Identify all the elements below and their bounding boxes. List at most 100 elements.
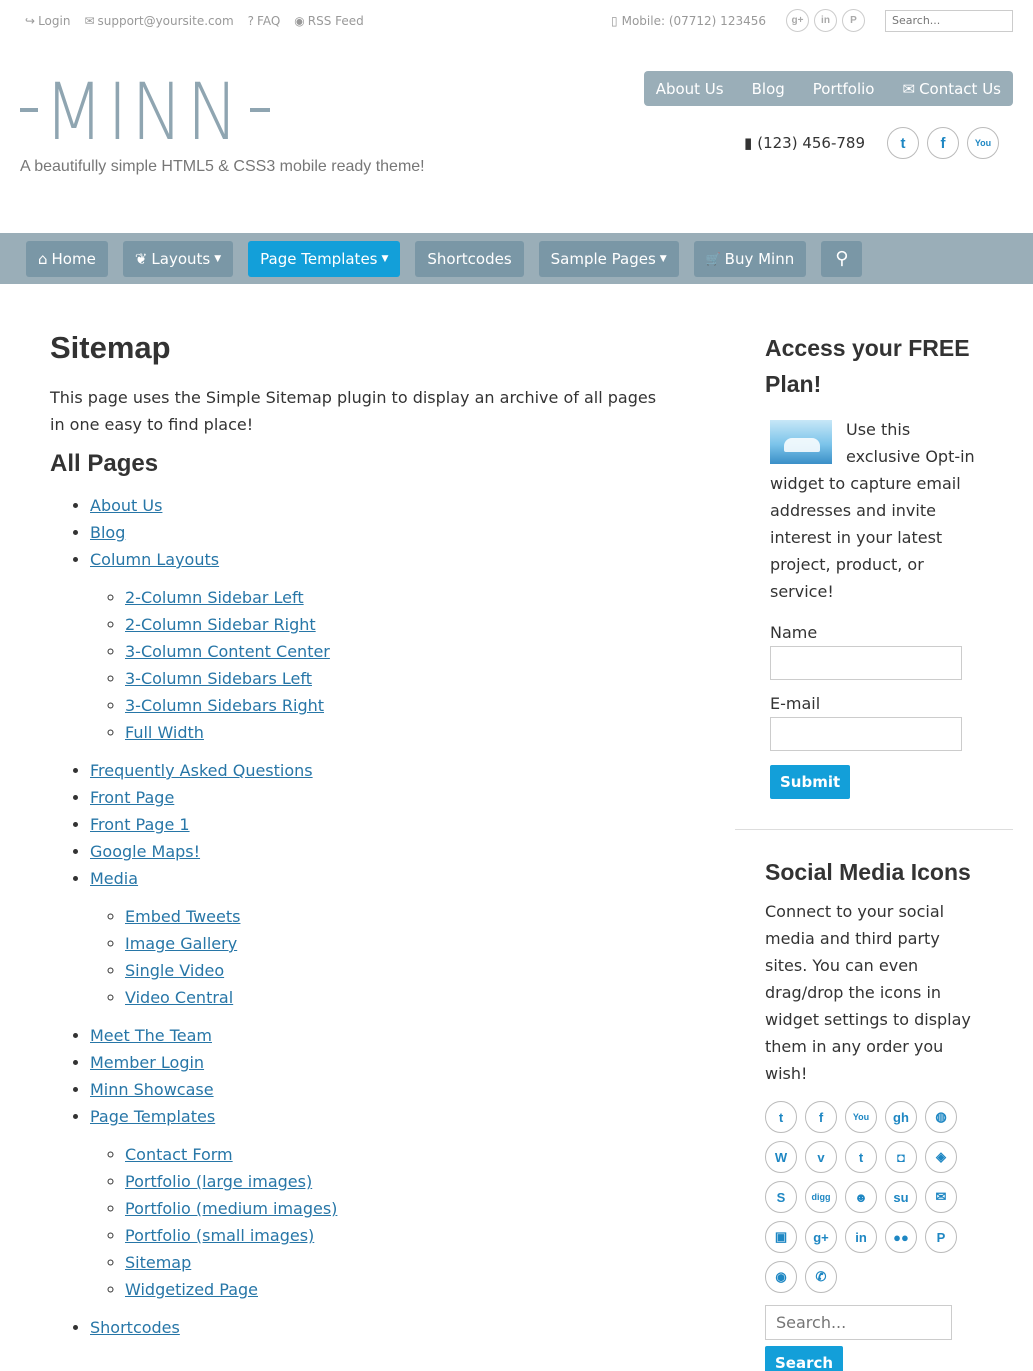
top-link-login[interactable]: ↪ Login	[25, 14, 70, 28]
flickr-icon[interactable]: ●●	[885, 1221, 917, 1253]
site-logo[interactable]: MINN	[20, 68, 272, 158]
phone-icon[interactable]: ✆	[805, 1261, 837, 1293]
sidebar-search-input[interactable]	[765, 1305, 952, 1340]
stumbleupon-icon[interactable]: su	[885, 1181, 917, 1213]
email-field[interactable]	[770, 717, 962, 751]
list-item: 2-Column Sidebar Left	[125, 584, 670, 611]
sitemap-link[interactable]: Front Page	[90, 788, 174, 807]
list-item: 3-Column Content Center	[125, 638, 670, 665]
name-field[interactable]	[770, 646, 962, 680]
optin-title: Access your FREE Plan!	[765, 335, 970, 397]
main-nav-buy-minn[interactable]: 🛒 Buy Minn	[693, 240, 807, 277]
rss-icon[interactable]: ◉	[765, 1261, 797, 1293]
sitemap-link[interactable]: 2-Column Sidebar Right	[125, 615, 316, 634]
sitemap-link[interactable]: Blog	[90, 523, 125, 542]
main-nav-search[interactable]: ⚲	[821, 240, 863, 277]
trello-icon[interactable]: ▣	[765, 1221, 797, 1253]
sitemap-link[interactable]: Contact Form	[125, 1145, 233, 1164]
header-nav-contact[interactable]: ✉ Contact Us	[903, 80, 1002, 98]
email-label: E-mail	[770, 694, 821, 713]
sitemap-link[interactable]: Front Page 1	[90, 815, 190, 834]
sitemap-link[interactable]: Portfolio (medium images)	[125, 1199, 337, 1218]
github-icon[interactable]: gh	[885, 1101, 917, 1133]
main-nav-sample-pages[interactable]: Sample Pages ▼	[538, 240, 679, 277]
dribbble-icon[interactable]: ◍	[925, 1101, 957, 1133]
envelope-icon: ✉	[84, 14, 95, 28]
linkedin-icon[interactable]: in	[814, 9, 837, 32]
sitemap-link[interactable]: Minn Showcase	[90, 1080, 214, 1099]
header-nav-blog[interactable]: Blog	[752, 80, 785, 98]
sitemap-link[interactable]: Full Width	[125, 723, 204, 742]
top-link-support-yoursite-com[interactable]: ✉ support@yoursite.com	[84, 14, 233, 28]
tumblr-icon[interactable]: t	[845, 1141, 877, 1173]
list-item: 3-Column Sidebars Left	[125, 665, 670, 692]
top-link-rss-feed[interactable]: ◉ RSS Feed	[294, 14, 364, 28]
top-social-icons: g+ in P	[786, 9, 865, 32]
submit-button[interactable]: Submit	[770, 765, 851, 799]
sidebar-search-button[interactable]: Search	[765, 1346, 844, 1371]
header-social-icons: t f You	[887, 127, 999, 159]
list-item: Frequently Asked Questions	[90, 757, 670, 784]
main-nav-page-templates[interactable]: Page Templates ▼	[248, 240, 401, 277]
sitemap-link[interactable]: Member Login	[90, 1053, 204, 1072]
main-content: Sitemap This page uses the Simple Sitema…	[50, 330, 670, 1341]
sitemap-list: About Us Blog Column Layouts 2-Column Sideb…	[90, 492, 670, 1341]
list-item: Minn Showcase	[90, 1076, 670, 1103]
sitemap-link[interactable]: Sitemap	[125, 1253, 191, 1272]
facebook-icon[interactable]: f	[927, 127, 959, 159]
sitemap-link[interactable]: Widgetized Page	[125, 1280, 258, 1299]
sitemap-link[interactable]: Google Maps!	[90, 842, 200, 861]
social-title: Social Media Icons	[765, 859, 971, 885]
sitemap-link[interactable]: Embed Tweets	[125, 907, 240, 926]
list-item: Contact Form	[125, 1141, 670, 1168]
pinterest-icon[interactable]: P	[925, 1221, 957, 1253]
twitter-icon[interactable]: t	[765, 1101, 797, 1133]
top-link-faq[interactable]: ? FAQ	[248, 14, 281, 28]
reddit-icon[interactable]: ☻	[845, 1181, 877, 1213]
list-item: Column Layouts 2-Column Sidebar Left 2-Col…	[90, 546, 670, 746]
linkedin-icon[interactable]: in	[845, 1221, 877, 1253]
instagram-icon[interactable]: ◘	[885, 1141, 917, 1173]
main-nav-shortcodes[interactable]: Shortcodes	[415, 240, 524, 277]
site-tagline: A beautifully simple HTML5 & CSS3 mobile…	[20, 158, 425, 175]
twitter-icon[interactable]: t	[887, 127, 919, 159]
main-nav-label: Layouts	[151, 249, 211, 268]
header-nav-portfolio[interactable]: Portfolio	[813, 80, 875, 98]
wordpress-icon[interactable]: W	[765, 1141, 797, 1173]
top-link-label: Login	[38, 14, 71, 28]
pinterest-icon[interactable]: P	[842, 9, 865, 32]
sitemap-link[interactable]: 3-Column Sidebars Left	[125, 669, 312, 688]
google-plus-icon[interactable]: g+	[805, 1221, 837, 1253]
email-icon[interactable]: ✉	[925, 1181, 957, 1213]
sitemap-link[interactable]: Page Templates	[90, 1107, 215, 1126]
youtube-icon[interactable]: You	[967, 127, 999, 159]
main-nav-label: Buy Minn	[724, 249, 795, 268]
mobile-phone-icon: ▮	[743, 134, 753, 152]
sitemap-link[interactable]: Shortcodes	[90, 1318, 180, 1337]
youtube-icon[interactable]: You	[845, 1101, 877, 1133]
sitemap-sublist: Embed Tweets Image Gallery Single Video Vid…	[125, 903, 670, 1011]
sitemap-link[interactable]: Portfolio (small images)	[125, 1226, 314, 1245]
main-nav-layouts[interactable]: ❦ Layouts ▼	[122, 240, 234, 277]
sitemap-link[interactable]: 3-Column Sidebars Right	[125, 696, 324, 715]
google-plus-icon[interactable]: g+	[786, 9, 809, 32]
sitemap-link[interactable]: Frequently Asked Questions	[90, 761, 313, 780]
codepen-icon[interactable]: ◈	[925, 1141, 957, 1173]
top-search-input[interactable]	[885, 9, 1013, 32]
sitemap-link[interactable]: 2-Column Sidebar Left	[125, 588, 304, 607]
facebook-icon[interactable]: f	[805, 1101, 837, 1133]
main-nav-home[interactable]: ⌂ Home	[26, 240, 108, 277]
sitemap-link[interactable]: About Us	[90, 496, 162, 515]
sitemap-link[interactable]: Single Video	[125, 961, 224, 980]
sitemap-link[interactable]: 3-Column Content Center	[125, 642, 330, 661]
sitemap-link[interactable]: Portfolio (large images)	[125, 1172, 312, 1191]
sitemap-link[interactable]: Meet The Team	[90, 1026, 212, 1045]
sitemap-link[interactable]: Column Layouts	[90, 550, 219, 569]
header-nav-about[interactable]: About Us	[656, 80, 724, 98]
sitemap-link[interactable]: Media	[90, 869, 138, 888]
sitemap-link[interactable]: Video Central	[125, 988, 233, 1007]
vimeo-icon[interactable]: v	[805, 1141, 837, 1173]
digg-icon[interactable]: digg	[805, 1181, 837, 1213]
skype-icon[interactable]: S	[765, 1181, 797, 1213]
sitemap-link[interactable]: Image Gallery	[125, 934, 237, 953]
